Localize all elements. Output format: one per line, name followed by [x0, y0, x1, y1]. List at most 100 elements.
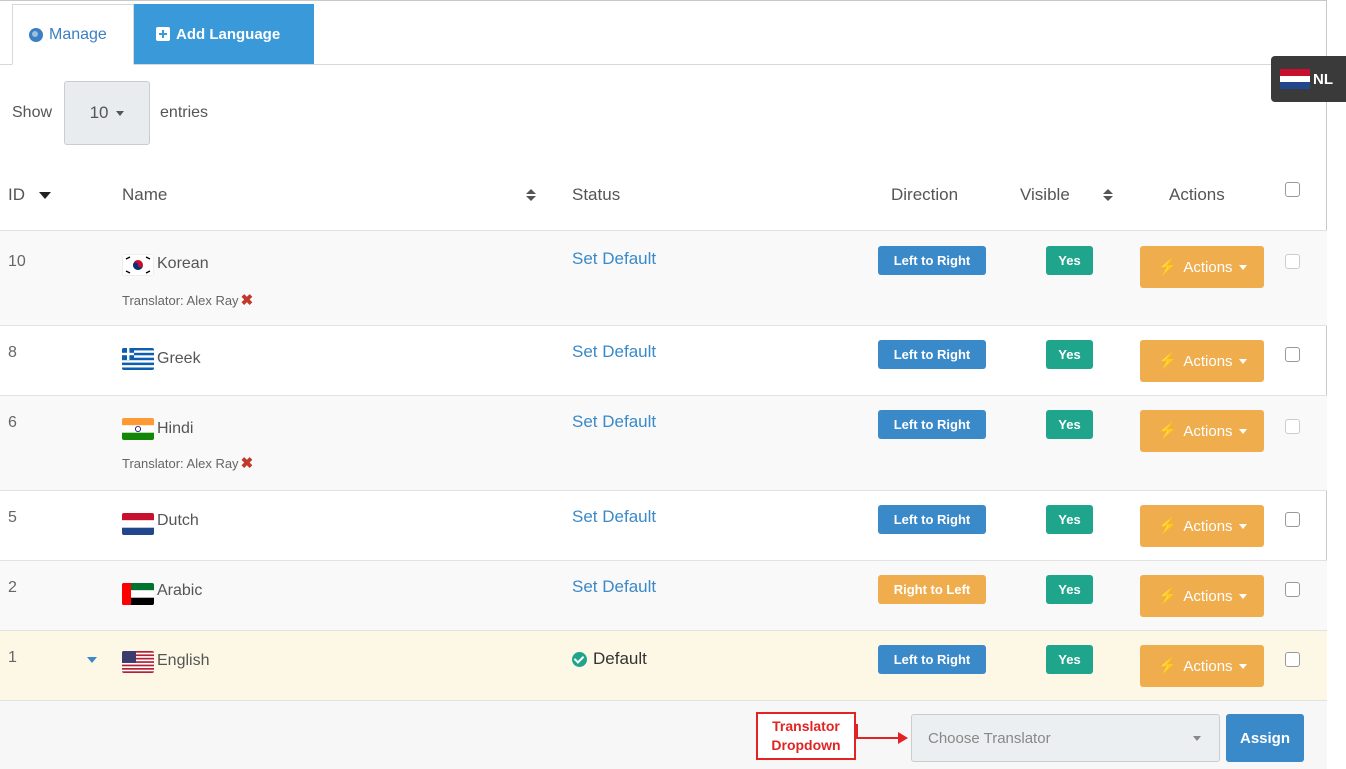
bolt-icon: ⚡ — [1157, 423, 1178, 440]
language-switcher[interactable]: NL — [1271, 56, 1346, 102]
tab-add-language-label: Add Language — [176, 25, 281, 43]
visible-badge: Yes — [1046, 575, 1093, 604]
row-id: 6 — [8, 414, 17, 431]
remove-translator-icon[interactable]: ✖ — [241, 455, 254, 472]
language-name: Greek — [157, 350, 201, 367]
translator-dropdown-placeholder: Choose Translator — [928, 729, 1051, 747]
column-visible-label: Visible — [1020, 185, 1070, 204]
netherlands-flag-icon — [1280, 69, 1310, 89]
actions-button[interactable]: ⚡ Actions — [1140, 340, 1264, 382]
actions-label: Actions — [1183, 657, 1233, 675]
row-id: 10 — [8, 253, 26, 270]
page-length-select[interactable]: 10 — [64, 81, 151, 145]
sort-desc-icon — [39, 191, 51, 199]
language-code: NL — [1313, 70, 1333, 88]
tab-add-language[interactable]: Add Language — [134, 4, 314, 64]
show-label: Show — [12, 104, 53, 121]
set-default-link[interactable]: Set Default — [572, 249, 656, 269]
translator-info: Translator: Alex Ray ✖ — [122, 291, 253, 309]
caret-down-icon — [116, 110, 125, 116]
set-default-link[interactable]: Set Default — [572, 342, 656, 362]
length-menu: Show 10 entries — [12, 80, 208, 146]
column-id[interactable]: ID — [8, 160, 51, 230]
actions-button[interactable]: ⚡ Actions — [1140, 575, 1264, 617]
column-visible[interactable]: Visible — [1020, 160, 1070, 230]
annotation-callout: Translator Dropdown — [756, 712, 856, 760]
assign-button[interactable]: Assign — [1226, 714, 1304, 762]
tab-bar: Manage Add Language — [0, 0, 1327, 65]
check-circle-icon — [572, 651, 587, 667]
tab-manage[interactable]: Manage — [12, 4, 134, 65]
expand-row-icon[interactable] — [87, 657, 97, 663]
translator-dropdown[interactable]: Choose Translator — [911, 714, 1220, 762]
direction-badge: Left to Right — [878, 340, 986, 369]
netherlands-flag-icon — [122, 513, 154, 535]
direction-badge: Left to Right — [878, 410, 986, 439]
column-actions: Actions — [1169, 160, 1225, 230]
sort-visible-icon[interactable] — [1103, 160, 1113, 230]
table-header: ID Name Status Direction Visible Actions — [0, 160, 1327, 231]
direction-badge: Left to Right — [878, 246, 986, 275]
set-default-link[interactable]: Set Default — [572, 577, 656, 597]
default-status: Default — [572, 649, 647, 669]
korea-flag-icon — [122, 254, 154, 276]
uae-flag-icon — [122, 583, 154, 605]
caret-down-icon — [1238, 264, 1247, 270]
page-length-value: 10 — [89, 103, 109, 122]
translator-info: Translator: Alex Ray ✖ — [122, 454, 253, 472]
column-status: Status — [572, 160, 620, 230]
translator-label: Translator: Alex Ray — [122, 456, 239, 471]
globe-icon — [29, 27, 43, 42]
row-checkbox[interactable] — [1285, 254, 1300, 269]
caret-down-icon — [1238, 428, 1247, 434]
entries-label: entries — [160, 104, 209, 121]
annotation-arrow-stem — [856, 724, 858, 738]
actions-button[interactable]: ⚡ Actions — [1140, 505, 1264, 547]
annotation-line-1: Translator — [772, 718, 840, 734]
set-default-link[interactable]: Set Default — [572, 507, 656, 527]
column-name[interactable]: Name — [122, 160, 167, 230]
row-checkbox[interactable] — [1285, 419, 1300, 434]
select-all-checkbox[interactable] — [1285, 182, 1300, 197]
column-id-label: ID — [8, 185, 25, 204]
row-checkbox[interactable] — [1285, 652, 1300, 667]
caret-down-icon — [1238, 593, 1247, 599]
annotation-arrow-head-icon — [898, 732, 908, 744]
row-id: 5 — [8, 509, 17, 526]
actions-label: Actions — [1183, 517, 1233, 535]
caret-down-icon — [1238, 523, 1247, 529]
bolt-icon: ⚡ — [1157, 259, 1178, 276]
direction-badge: Left to Right — [878, 645, 986, 674]
column-name-label: Name — [122, 185, 168, 204]
row-checkbox[interactable] — [1285, 582, 1300, 597]
table-row: 1 English Default Left to Right Yes ⚡ Act… — [0, 631, 1327, 701]
actions-button[interactable]: ⚡ Actions — [1140, 410, 1264, 452]
language-name: Korean — [157, 255, 209, 272]
row-checkbox[interactable] — [1285, 347, 1300, 362]
direction-badge: Right to Left — [878, 575, 986, 604]
visible-badge: Yes — [1046, 340, 1093, 369]
default-label: Default — [593, 649, 647, 668]
visible-badge: Yes — [1046, 505, 1093, 534]
actions-button[interactable]: ⚡ Actions — [1140, 645, 1264, 687]
sort-name-icon[interactable] — [526, 160, 536, 230]
visible-badge: Yes — [1046, 410, 1093, 439]
row-id: 1 — [8, 649, 17, 666]
visible-badge: Yes — [1046, 246, 1093, 275]
india-flag-icon — [122, 418, 154, 440]
bolt-icon: ⚡ — [1157, 353, 1178, 370]
table-row: 2 Arabic Set Default Right to Left Yes ⚡… — [0, 561, 1327, 631]
row-id: 8 — [8, 344, 17, 361]
actions-button[interactable]: ⚡ Actions — [1140, 246, 1264, 288]
bolt-icon: ⚡ — [1157, 588, 1178, 605]
language-name: Hindi — [157, 420, 194, 437]
remove-translator-icon[interactable]: ✖ — [241, 292, 254, 309]
column-status-label: Status — [572, 185, 621, 204]
tab-manage-label: Manage — [49, 25, 107, 43]
greece-flag-icon — [122, 348, 154, 370]
bolt-icon: ⚡ — [1157, 518, 1178, 535]
usa-flag-icon — [122, 651, 154, 673]
row-checkbox[interactable] — [1285, 512, 1300, 527]
table-row: 8 Greek Set Default Left to Right Yes ⚡ A… — [0, 326, 1327, 396]
set-default-link[interactable]: Set Default — [572, 412, 656, 432]
